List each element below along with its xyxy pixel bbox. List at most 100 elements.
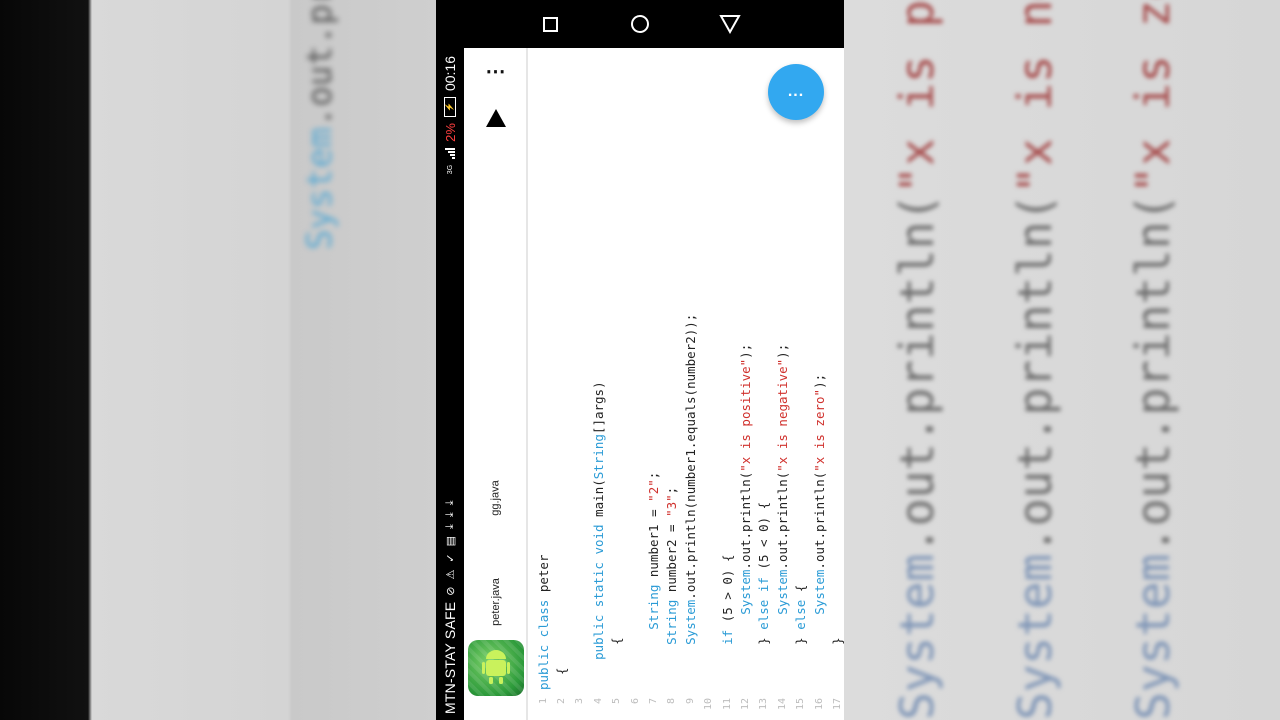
signal-icon	[445, 147, 455, 159]
code-editor[interactable]: 1 public class peter 2 {3 4 public static v…	[528, 48, 844, 720]
app-logo-icon	[468, 640, 524, 696]
code-line: 9 System.out.println(number1.equals(numb…	[681, 314, 699, 720]
code-token: .	[774, 562, 790, 570]
code-token: }	[756, 629, 772, 690]
line-number: 7	[647, 698, 659, 705]
string-token: "3"	[664, 494, 680, 517]
line-number: 4	[592, 698, 604, 705]
code-token: .	[737, 562, 753, 570]
code-line: 14 System.out.println("x is negative");	[773, 344, 791, 720]
block-icon: ⊘	[444, 586, 457, 596]
more-dots-icon: ⋯	[485, 61, 507, 83]
code-line: 7 String number1 = "2";	[644, 472, 662, 720]
blurred-code-line: System.out.println("x is positive");	[890, 0, 944, 720]
line-number: 3	[574, 698, 586, 705]
code-line: 15 } else {	[792, 585, 810, 720]
code-token: println	[300, 0, 340, 25]
code-token: println	[811, 479, 827, 532]
code-token: (5 < 0) {	[756, 501, 772, 578]
back-button[interactable]	[716, 10, 744, 38]
recents-button[interactable]	[536, 10, 564, 38]
keyword-token: System	[1126, 553, 1180, 720]
code-token: (	[811, 471, 827, 480]
code-token: out	[890, 443, 944, 527]
code-token: (	[590, 479, 606, 487]
code-token: .	[300, 106, 340, 128]
code-area: 1 public class peter 2 {3 4 public static v…	[528, 48, 845, 720]
keyword-token: public	[590, 614, 606, 660]
code-token: .	[774, 531, 790, 540]
notification-icons: ⊘ ⚠ ✓ ▤ ⤓ ⤓ ⤓	[444, 500, 457, 595]
run-button[interactable]	[484, 106, 508, 130]
line-code: System.out.println("x is zero");	[812, 374, 827, 690]
string-token: "x is negative"	[1008, 0, 1062, 194]
tab-gg-java[interactable]: gg.java	[466, 480, 526, 515]
line-code: {	[554, 667, 569, 690]
keyword-token: class	[535, 599, 551, 638]
keyword-token: void	[590, 524, 606, 555]
line-code: }	[830, 637, 844, 690]
battery-percent: 2%	[442, 123, 458, 142]
code-token: println	[1126, 221, 1180, 416]
string-token: "2"	[645, 479, 661, 502]
code-token: .	[682, 592, 698, 600]
code-token: .	[811, 531, 827, 540]
code-token: number	[664, 547, 680, 593]
navigation-bar	[436, 0, 844, 48]
clock: 00:16	[442, 56, 458, 92]
code-line: 8 String number2 = "3";	[663, 487, 681, 720]
warning-icon: ⚠	[444, 569, 457, 580]
video-backdrop-left: System.out.println(number1.equals(number…	[0, 0, 436, 720]
line-code: {	[609, 637, 624, 690]
keyword-token: System	[811, 569, 827, 615]
string-token: "x is zero"	[1126, 0, 1180, 194]
line-code: public static void main(String[]args)	[591, 381, 606, 690]
play-triangle-icon	[486, 109, 506, 127]
code-token: (	[737, 471, 753, 480]
carrier-name: MTN-STAY SAFE	[442, 601, 458, 714]
line-number: 5	[611, 698, 623, 705]
home-button[interactable]	[626, 10, 654, 38]
tab-label: gg.java	[489, 480, 502, 516]
floating-action-button[interactable]: ...	[768, 64, 824, 120]
code-line: 12 System.out.println("x is positive");	[736, 344, 754, 720]
code-line: 10	[700, 690, 718, 720]
code-token: .	[1126, 415, 1180, 444]
code-token: []	[590, 419, 606, 435]
code-token: equals	[682, 396, 698, 442]
keyword-token: System	[682, 599, 698, 645]
code-token: out	[811, 539, 827, 563]
code-token: println	[774, 479, 790, 532]
check-icon: ✓	[444, 553, 457, 563]
line-number: 9	[684, 698, 696, 705]
blurred-code: System.out.println(number1.equals(number…	[300, 0, 340, 250]
code-token: out	[300, 45, 340, 107]
line-number: 6	[629, 698, 641, 705]
code-token: number	[645, 531, 661, 578]
line-code: System.out.println(number1.equals(number…	[683, 314, 698, 690]
code-token: 1 =	[645, 501, 661, 532]
tab-peter-java[interactable]: peter.java	[466, 578, 526, 626]
code-token: );	[774, 343, 790, 359]
code-line: 13 } else if (5 < 0) {	[755, 502, 773, 720]
line-number: 10	[703, 698, 715, 711]
line-number: 14	[776, 698, 788, 711]
keyword-token: String	[645, 584, 661, 630]
more-dots-icon: ...	[787, 83, 805, 100]
download-icon: ⤓	[443, 524, 456, 529]
code-line: 1 public class peter	[534, 555, 552, 720]
code-token: (	[1008, 193, 1062, 222]
overflow-menu-button[interactable]: ⋯	[484, 60, 508, 84]
network-type: 3G	[446, 164, 454, 175]
code-token: println	[682, 509, 698, 563]
line-number: 15	[795, 698, 807, 711]
string-token: "x is positive"	[890, 0, 944, 194]
keyword-token: String	[590, 434, 606, 480]
